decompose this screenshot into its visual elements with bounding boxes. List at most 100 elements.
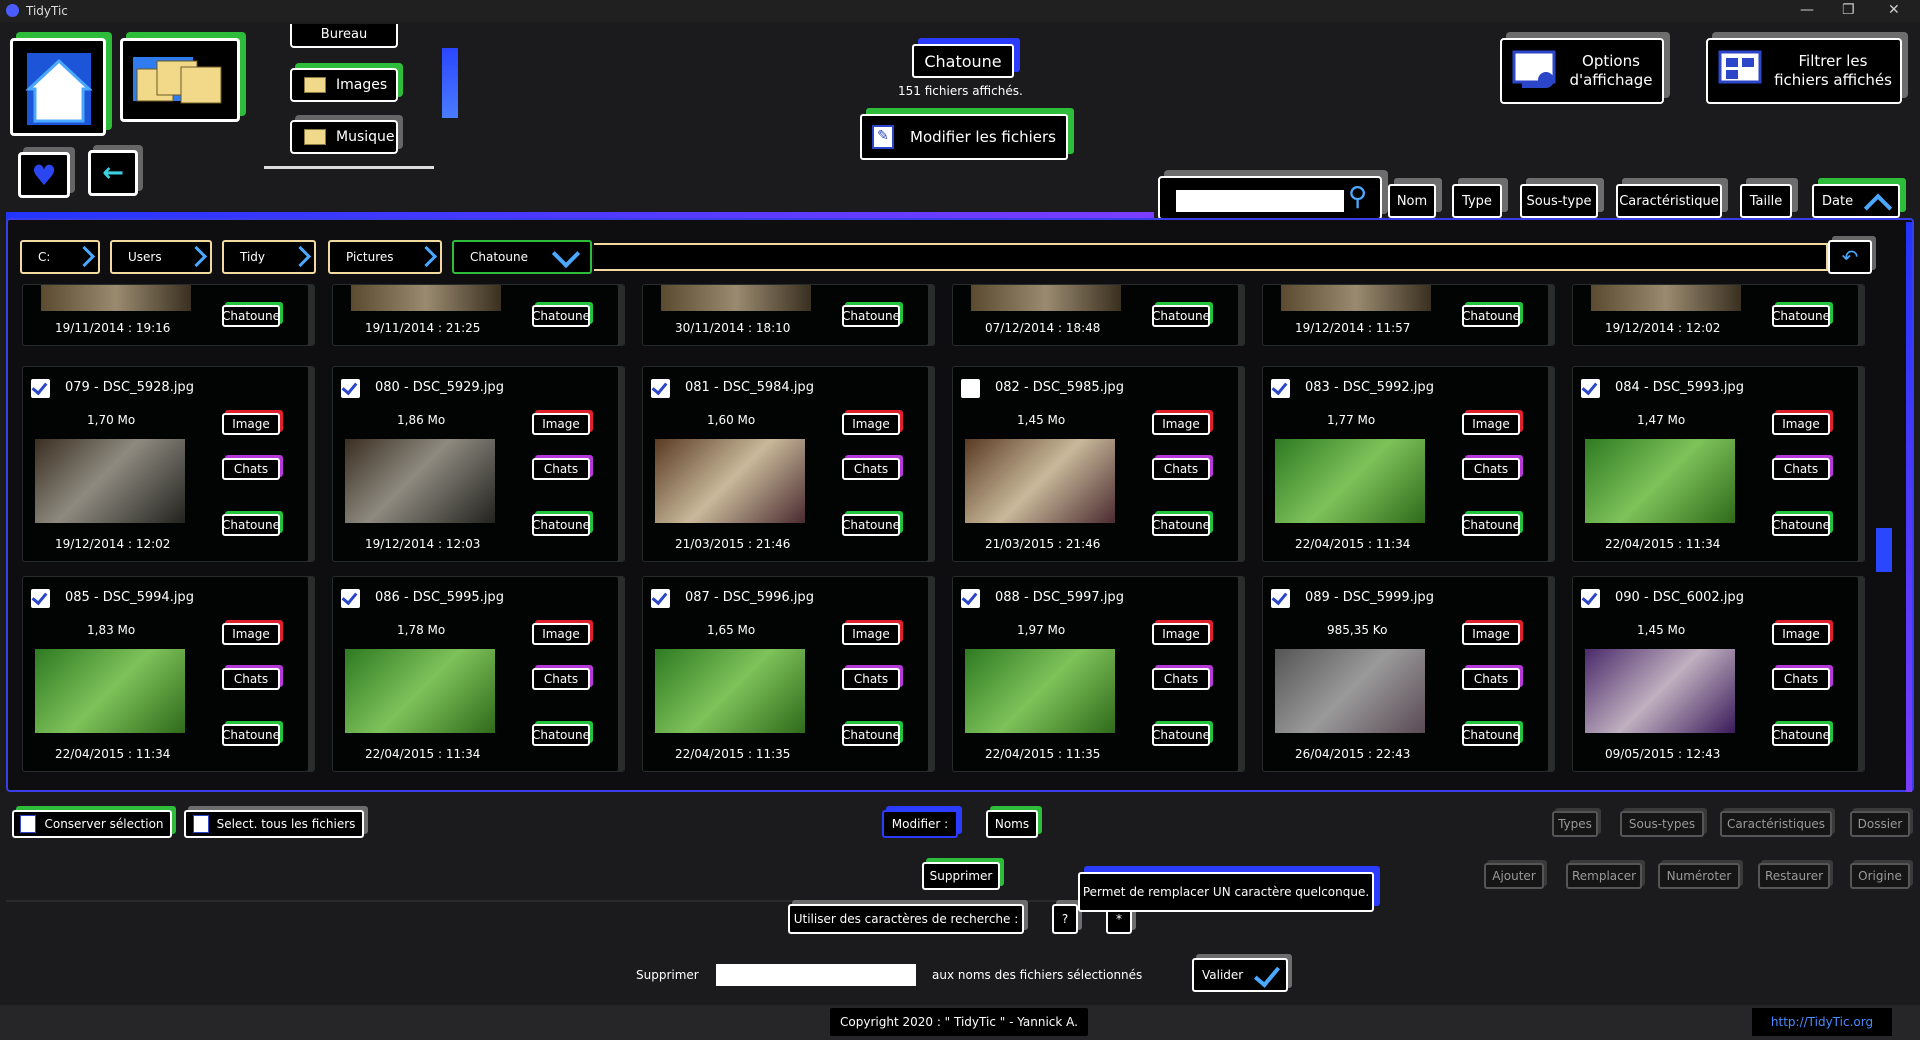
tag-type[interactable]: Image bbox=[1152, 623, 1210, 645]
file-thumbnail[interactable] bbox=[965, 439, 1115, 523]
file-thumbnail[interactable] bbox=[965, 649, 1115, 733]
search-icon[interactable]: ⚲ bbox=[1348, 182, 1367, 212]
breadcrumb-item-pictures[interactable]: Pictures bbox=[328, 240, 442, 274]
file-thumbnail[interactable] bbox=[1585, 439, 1735, 523]
modify-files-button[interactable]: ✎ Modifier les fichiers bbox=[860, 114, 1068, 160]
sort-by-feature-button[interactable]: Caractéristique bbox=[1616, 184, 1722, 218]
file-select-checkbox[interactable] bbox=[1581, 379, 1600, 398]
file-tile[interactable]: 086 - DSC_5995.jpg 1,78 Mo 22/04/2015 : 11… bbox=[332, 576, 625, 772]
tag-subtype[interactable]: Chats bbox=[1772, 668, 1830, 690]
breadcrumb-item-chatoune[interactable]: Chatoune bbox=[452, 239, 592, 274]
tag-type[interactable]: Image bbox=[222, 413, 280, 435]
home-button[interactable] bbox=[10, 38, 106, 136]
tag-feature[interactable]: Chatoune bbox=[1152, 305, 1210, 327]
file-select-checkbox[interactable] bbox=[651, 589, 670, 608]
tag-subtype[interactable]: Chats bbox=[1772, 458, 1830, 480]
file-select-checkbox[interactable] bbox=[31, 589, 50, 608]
file-tile[interactable]: 085 - DSC_5994.jpg 1,83 Mo 22/04/2015 : 11… bbox=[22, 576, 315, 772]
file-tile[interactable]: 088 - DSC_5997.jpg 1,97 Mo 22/04/2015 : 11… bbox=[952, 576, 1245, 772]
sort-by-name-button[interactable]: Nom bbox=[1388, 184, 1436, 218]
breadcrumb-item-tidy[interactable]: Tidy bbox=[222, 240, 316, 274]
folder-button[interactable]: Dossier bbox=[1850, 811, 1910, 837]
tag-type[interactable]: Image bbox=[1772, 413, 1830, 435]
file-tile[interactable]: 089 - DSC_5999.jpg 985,35 Ko 26/04/2015 : … bbox=[1262, 576, 1555, 772]
file-select-checkbox[interactable] bbox=[1271, 379, 1290, 398]
tag-type[interactable]: Image bbox=[532, 623, 590, 645]
tag-feature[interactable]: Chatoune bbox=[1772, 305, 1830, 327]
quick-folder-bureau[interactable]: Bureau bbox=[290, 24, 398, 48]
tag-subtype[interactable]: Chats bbox=[222, 668, 280, 690]
quick-folders-scrollbar[interactable] bbox=[264, 166, 434, 169]
file-select-checkbox[interactable] bbox=[961, 379, 980, 398]
sort-by-subtype-button[interactable]: Sous-type bbox=[1520, 184, 1598, 218]
file-tile[interactable]: 07/12/2014 : 18:48 Chatoune bbox=[952, 284, 1245, 346]
website-link[interactable]: http://TidyTic.org bbox=[1752, 1008, 1892, 1036]
favorites-button[interactable]: ♥ bbox=[18, 152, 70, 198]
remove-text-input[interactable] bbox=[716, 964, 916, 986]
file-tile[interactable]: 090 - DSC_6002.jpg 1,45 Mo 09/05/2015 : 12… bbox=[1572, 576, 1865, 772]
tag-feature[interactable]: Chatoune bbox=[842, 305, 900, 327]
file-tile[interactable]: 30/11/2014 : 18:10 Chatoune bbox=[642, 284, 935, 346]
features-button[interactable]: Caractéristiques bbox=[1720, 811, 1832, 837]
back-button[interactable]: ← bbox=[88, 150, 138, 196]
file-tile[interactable]: 081 - DSC_5984.jpg 1,60 Mo 21/03/2015 : 21… bbox=[642, 366, 935, 562]
file-select-checkbox[interactable] bbox=[31, 379, 50, 398]
minimize-icon[interactable]: — bbox=[1800, 2, 1814, 18]
display-options-button[interactable]: Options d'affichage bbox=[1500, 38, 1664, 104]
types-button[interactable]: Types bbox=[1552, 811, 1598, 837]
tag-feature[interactable]: Chatoune bbox=[1462, 514, 1520, 536]
file-thumbnail[interactable] bbox=[345, 439, 495, 523]
file-tile[interactable]: 080 - DSC_5929.jpg 1,86 Mo 19/12/2014 : 12… bbox=[332, 366, 625, 562]
tag-subtype[interactable]: Chats bbox=[1152, 668, 1210, 690]
add-button[interactable]: Ajouter bbox=[1484, 863, 1544, 889]
file-tile[interactable]: 19/11/2014 : 21:25 Chatoune bbox=[332, 284, 625, 346]
file-grid-scroll-thumb[interactable] bbox=[1876, 528, 1892, 572]
file-select-checkbox[interactable] bbox=[1581, 589, 1600, 608]
names-button[interactable]: Noms bbox=[986, 810, 1038, 838]
number-button[interactable]: Numéroter bbox=[1658, 863, 1740, 889]
tag-feature[interactable]: Chatoune bbox=[532, 305, 590, 327]
file-thumbnail[interactable] bbox=[1275, 649, 1425, 733]
file-tile[interactable]: 084 - DSC_5993.jpg 1,47 Mo 22/04/2015 : 11… bbox=[1572, 366, 1865, 562]
tag-feature[interactable]: Chatoune bbox=[532, 724, 590, 746]
file-thumbnail[interactable] bbox=[345, 649, 495, 733]
tag-feature[interactable]: Chatoune bbox=[222, 514, 280, 536]
file-select-checkbox[interactable] bbox=[651, 379, 670, 398]
restore-button[interactable]: Restaurer bbox=[1758, 863, 1830, 889]
file-tile[interactable]: 19/12/2014 : 12:02 Chatoune bbox=[1572, 284, 1865, 346]
quick-folders-scroll-thumb[interactable] bbox=[442, 48, 458, 118]
file-thumbnail[interactable] bbox=[655, 439, 805, 523]
tag-type[interactable]: Image bbox=[1772, 623, 1830, 645]
restore-icon[interactable]: ❐ bbox=[1842, 2, 1855, 18]
validate-button[interactable]: Valider bbox=[1192, 958, 1288, 992]
tag-type[interactable]: Image bbox=[842, 623, 900, 645]
explorer-button[interactable] bbox=[120, 38, 240, 122]
tag-feature[interactable]: Chatoune bbox=[1462, 724, 1520, 746]
tag-subtype[interactable]: Chats bbox=[1462, 668, 1520, 690]
delete-button[interactable]: Supprimer bbox=[922, 862, 1000, 890]
tag-feature[interactable]: Chatoune bbox=[842, 724, 900, 746]
subtypes-button[interactable]: Sous-types bbox=[1620, 811, 1704, 837]
file-tile[interactable]: 087 - DSC_5996.jpg 1,65 Mo 22/04/2015 : 11… bbox=[642, 576, 935, 772]
tag-subtype[interactable]: Chats bbox=[1462, 458, 1520, 480]
keep-selection-toggle[interactable]: Conserver sélection bbox=[12, 810, 172, 838]
tag-type[interactable]: Image bbox=[842, 413, 900, 435]
undo-navigation-button[interactable]: ↶ bbox=[1828, 240, 1872, 274]
replace-button[interactable]: Remplacer bbox=[1566, 863, 1642, 889]
quick-folder-images[interactable]: Images bbox=[290, 68, 398, 102]
origin-button[interactable]: Origine bbox=[1850, 863, 1910, 889]
file-select-checkbox[interactable] bbox=[1271, 589, 1290, 608]
select-all-button[interactable]: Select. tous les fichiers bbox=[184, 810, 364, 838]
file-thumbnail[interactable] bbox=[1275, 439, 1425, 523]
tag-feature[interactable]: Chatoune bbox=[1152, 724, 1210, 746]
file-tile[interactable]: 083 - DSC_5992.jpg 1,77 Mo 22/04/2015 : 11… bbox=[1262, 366, 1555, 562]
tag-subtype[interactable]: Chats bbox=[222, 458, 280, 480]
file-select-checkbox[interactable] bbox=[341, 589, 360, 608]
tag-type[interactable]: Image bbox=[1462, 413, 1520, 435]
file-tile[interactable]: 082 - DSC_5985.jpg 1,45 Mo 21/03/2015 : 21… bbox=[952, 366, 1245, 562]
tag-feature[interactable]: Chatoune bbox=[532, 514, 590, 536]
tag-subtype[interactable]: Chats bbox=[532, 458, 590, 480]
file-select-checkbox[interactable] bbox=[341, 379, 360, 398]
tag-type[interactable]: Image bbox=[222, 623, 280, 645]
tag-feature[interactable]: Chatoune bbox=[842, 514, 900, 536]
